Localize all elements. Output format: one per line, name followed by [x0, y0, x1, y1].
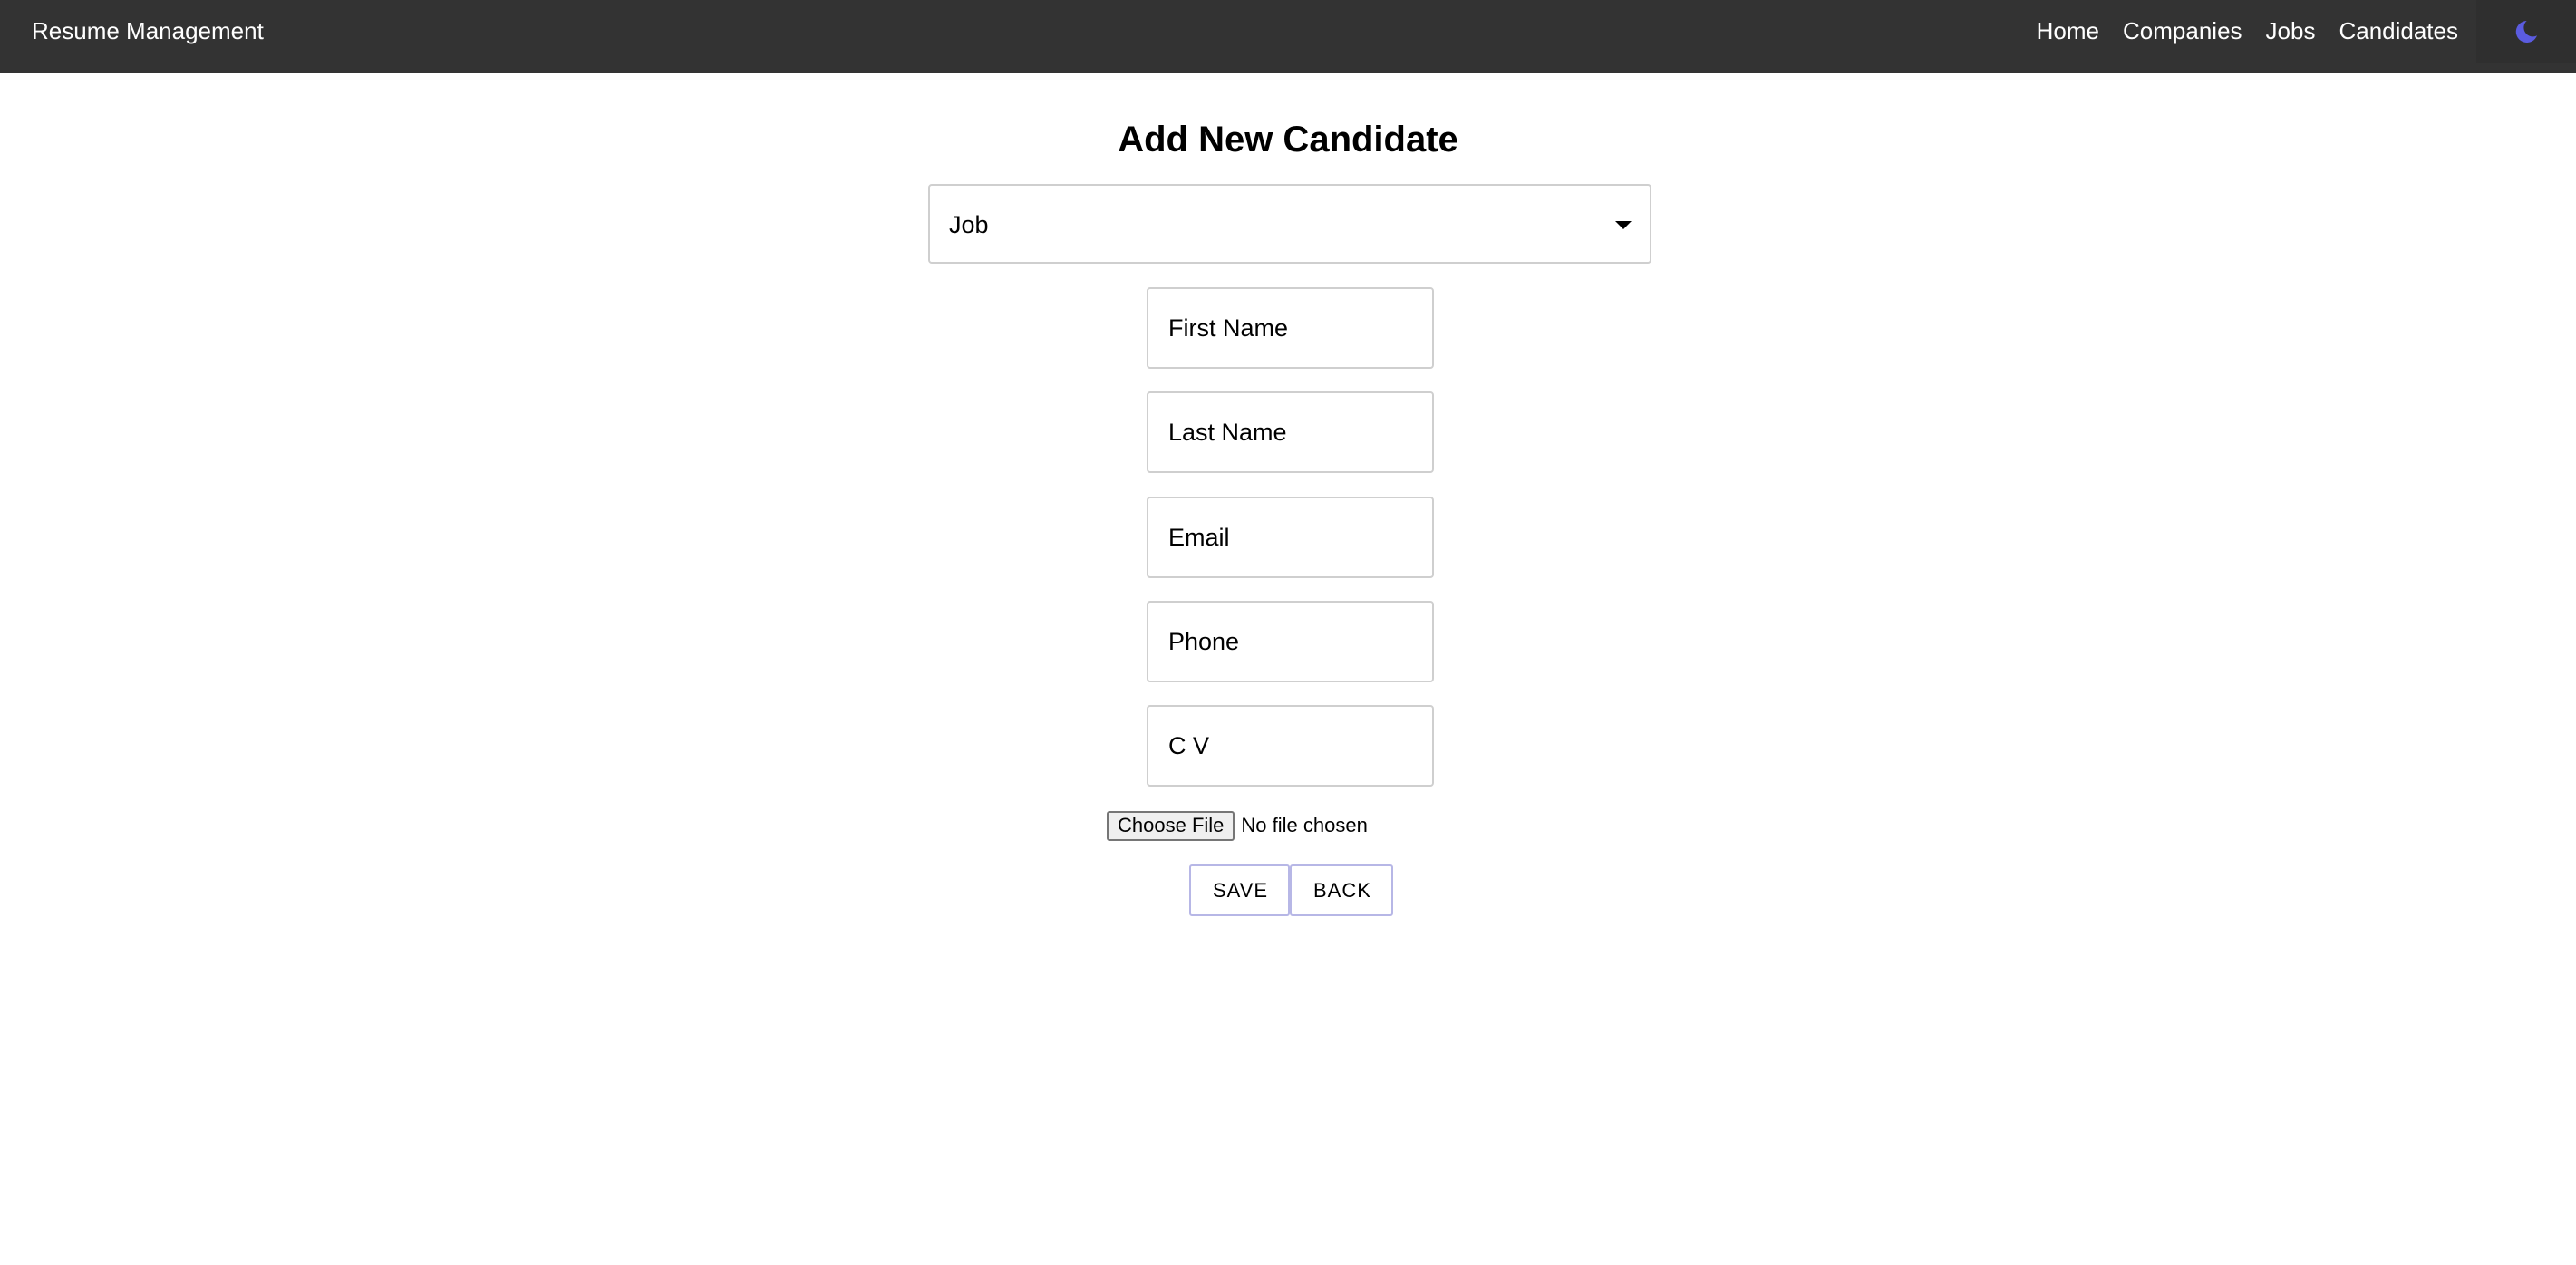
theme-toggle-button[interactable] — [2476, 0, 2576, 63]
nav-links: Home Companies Jobs Candidates — [2013, 16, 2458, 45]
page-title: Add New Candidate — [1118, 120, 1458, 159]
back-button[interactable]: BACK — [1290, 864, 1393, 916]
job-select[interactable]: Job — [928, 184, 1651, 264]
nav-link-companies[interactable]: Companies — [2123, 16, 2242, 45]
form-actions: SAVE BACK — [1189, 864, 1393, 916]
last-name-field[interactable] — [1147, 391, 1434, 473]
save-button[interactable]: SAVE — [1189, 864, 1290, 916]
choose-file-button[interactable]: Choose File — [1107, 810, 1235, 841]
nav-link-jobs[interactable]: Jobs — [2266, 16, 2316, 45]
first-name-field[interactable] — [1147, 287, 1434, 369]
chevron-down-icon — [1615, 221, 1632, 229]
nav-link-candidates[interactable]: Candidates — [2339, 16, 2458, 45]
job-select-label: Job — [949, 211, 989, 238]
file-status-text: No file chosen — [1241, 814, 1368, 836]
cv-field[interactable] — [1147, 705, 1434, 787]
top-navbar: Resume Management Home Companies Jobs Ca… — [0, 0, 2576, 73]
file-upload: Choose File No file chosen — [1107, 810, 1368, 841]
phone-field[interactable] — [1147, 601, 1434, 682]
email-field[interactable] — [1147, 497, 1434, 578]
nav-link-home[interactable]: Home — [2037, 16, 2099, 45]
moon-icon — [2515, 21, 2537, 43]
brand-title[interactable]: Resume Management — [32, 16, 264, 45]
